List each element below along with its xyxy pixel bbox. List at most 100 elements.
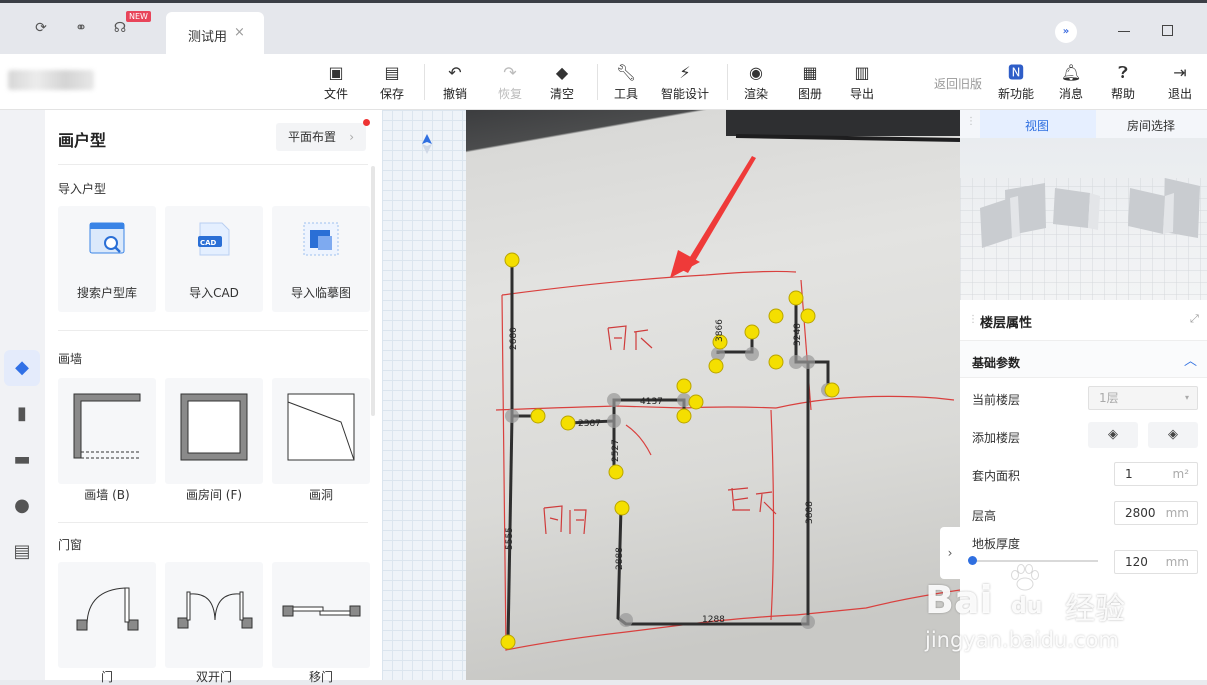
- sliding-door-card[interactable]: 移门: [272, 562, 370, 684]
- undo-button[interactable]: ↶ 撤销: [441, 63, 469, 102]
- 3d-preview[interactable]: [960, 138, 1207, 300]
- album-label: 图册: [797, 87, 822, 101]
- chevron-down-icon[interactable]: »: [1055, 21, 1077, 43]
- image-icon: ▦: [802, 63, 818, 82]
- redo-button[interactable]: ↷ 恢复: [496, 63, 524, 102]
- floor-thickness-unit: mm: [1165, 555, 1189, 569]
- chevron-right-icon: ›: [349, 130, 354, 144]
- draw-opening-card[interactable]: 画洞: [272, 378, 370, 502]
- wall-section-label: 画墙: [58, 352, 83, 366]
- wall-handles[interactable]: [500, 252, 840, 650]
- view-tabs: ⋮⋮ 视图 房间选择: [960, 110, 1207, 138]
- add-floor-above-button[interactable]: ◈: [1088, 422, 1138, 448]
- redo-label: 恢复: [497, 87, 522, 101]
- file-icon: ▣: [328, 63, 344, 82]
- exit-label: 退出: [1167, 87, 1192, 101]
- add-floor-label: 添加楼层: [972, 431, 1021, 445]
- draw-wall-card[interactable]: 画墙 (B): [58, 378, 156, 502]
- handwriting-kitchen: [607, 325, 653, 351]
- compass-icon: [422, 134, 432, 154]
- smart-design-button[interactable]: ⚡︎ 智能设计: [659, 63, 711, 102]
- undo-icon: ↶: [448, 63, 462, 82]
- basic-params-header[interactable]: 基础参数 ︿: [960, 340, 1207, 378]
- wall-joints: [505, 347, 835, 629]
- help-icon: ❓︎: [1118, 63, 1128, 82]
- refresh-icon[interactable]: ⟳: [32, 19, 50, 37]
- area-input[interactable]: 1 m²: [1114, 462, 1198, 486]
- title-bar: ⟳ ⚭ ☊ NEW 测试用 × »: [0, 0, 1207, 57]
- dimension-label: 2387: [578, 419, 601, 429]
- message-label: 消息: [1058, 87, 1083, 101]
- import-section-label: 导入户型: [58, 182, 107, 196]
- tab-view[interactable]: 视图: [1025, 117, 1049, 134]
- double-door-card[interactable]: 双开门: [165, 562, 263, 684]
- close-icon[interactable]: ×: [234, 25, 245, 40]
- sofa-icon[interactable]: ▬: [4, 442, 40, 478]
- door-icon[interactable]: ▮: [4, 396, 40, 432]
- dimension-label: 1288: [702, 615, 725, 625]
- panel-scrollbar[interactable]: [371, 166, 375, 416]
- door-card[interactable]: 门: [58, 562, 156, 684]
- add-floor-below-button[interactable]: ◈: [1148, 422, 1198, 448]
- exit-icon: ⇥: [1173, 63, 1187, 82]
- area-unit: m²: [1172, 467, 1190, 481]
- panel-collapse-handle[interactable]: ›: [940, 527, 960, 579]
- expand-icon[interactable]: ⤢: [1190, 312, 1199, 326]
- export-button[interactable]: ▥ 导出: [848, 63, 876, 102]
- design-canvas[interactable]: 2680 2387 4137 2527 3866 3248 5555 2888 …: [382, 110, 960, 680]
- help-button[interactable]: ❓︎ 帮助: [1109, 63, 1137, 102]
- cad-text: CAD: [200, 239, 217, 247]
- user-icon[interactable]: ●: [4, 488, 40, 524]
- current-floor-select[interactable]: 1层 ▾: [1088, 386, 1198, 410]
- album-button[interactable]: ▦ 图册: [796, 63, 824, 102]
- minimize-button[interactable]: [1118, 31, 1130, 32]
- file-label: 文件: [323, 87, 348, 101]
- clear-button[interactable]: ◆ 清空: [548, 63, 576, 102]
- floor-height-label: 层高: [972, 509, 997, 523]
- layers-icon[interactable]: ◆: [4, 350, 40, 386]
- layout-button[interactable]: 平面布置 ›: [276, 119, 370, 151]
- door-icon: [76, 587, 139, 631]
- floor-height-input[interactable]: 2800 mm: [1114, 501, 1198, 525]
- dimension-labels: 2680 2387 4137 2527 3866 3248 5555 2888 …: [505, 319, 815, 625]
- divider: [727, 64, 728, 100]
- divider: [597, 64, 598, 100]
- draw-floorplan-panel: 画户型 平面布置 › 导入户型 搜索户型库 CAD 导入CAD 导入临摹图 画墙: [45, 110, 382, 684]
- maximize-button[interactable]: [1162, 25, 1173, 36]
- new-feature-button[interactable]: 🅽︎ 新功能: [996, 63, 1036, 102]
- exit-button[interactable]: ⇥ 退出: [1166, 63, 1194, 102]
- save-button[interactable]: ▤ 保存: [378, 63, 406, 102]
- cabinet-icon[interactable]: ▤: [4, 534, 40, 570]
- wrench-icon: 🔧︎: [615, 63, 637, 82]
- tab-test[interactable]: 测试用 ×: [166, 12, 264, 57]
- dimension-label: 4137: [640, 397, 663, 407]
- draw-room-icon: [180, 393, 248, 461]
- chevron-up-icon[interactable]: ︿: [1184, 350, 1197, 369]
- floor-thickness-input[interactable]: 120 mm: [1114, 550, 1198, 574]
- link-icon[interactable]: ⚭: [72, 19, 90, 37]
- file-button[interactable]: ▣ 文件: [322, 63, 350, 102]
- logo: [8, 70, 94, 90]
- import-sketch-card[interactable]: 导入临摹图: [272, 206, 370, 312]
- tools-button[interactable]: 🔧︎ 工具: [612, 63, 640, 102]
- draw-room-card[interactable]: 画房间 (F): [165, 378, 263, 502]
- search-floorplan-card[interactable]: 搜索户型库: [58, 206, 156, 312]
- tab-room-select[interactable]: 房间选择: [1127, 117, 1175, 134]
- draw-opening-icon: [287, 393, 355, 461]
- thickness-slider-knob[interactable]: [968, 556, 977, 565]
- export-icon: ▥: [854, 63, 870, 82]
- area-label: 套内面积: [972, 469, 1021, 483]
- divider: [58, 522, 368, 523]
- drag-handle-icon[interactable]: ⋮: [968, 314, 978, 325]
- panel-title: 画户型: [58, 131, 107, 150]
- tracing-sketch-image: 2680 2387 4137 2527 3866 3248 5555 2888 …: [466, 110, 960, 680]
- sketch-image-icon: [303, 222, 339, 256]
- floor-height-value: 2800: [1125, 506, 1156, 520]
- toolbar: ▣ 文件 ▤ 保存 ↶ 撤销 ↷ 恢复 ◆ 清空 🔧︎ 工具 ⚡︎ 智能设计 ◉…: [0, 54, 1207, 110]
- render-button[interactable]: ◉ 渲染: [742, 63, 770, 102]
- thickness-slider[interactable]: [972, 560, 1098, 562]
- message-button[interactable]: 🔔︎ 消息: [1057, 63, 1085, 102]
- dimension-label: 3888: [805, 501, 815, 524]
- import-cad-card[interactable]: CAD 导入CAD: [165, 206, 263, 312]
- back-old-version-link[interactable]: 返回旧版: [934, 75, 982, 92]
